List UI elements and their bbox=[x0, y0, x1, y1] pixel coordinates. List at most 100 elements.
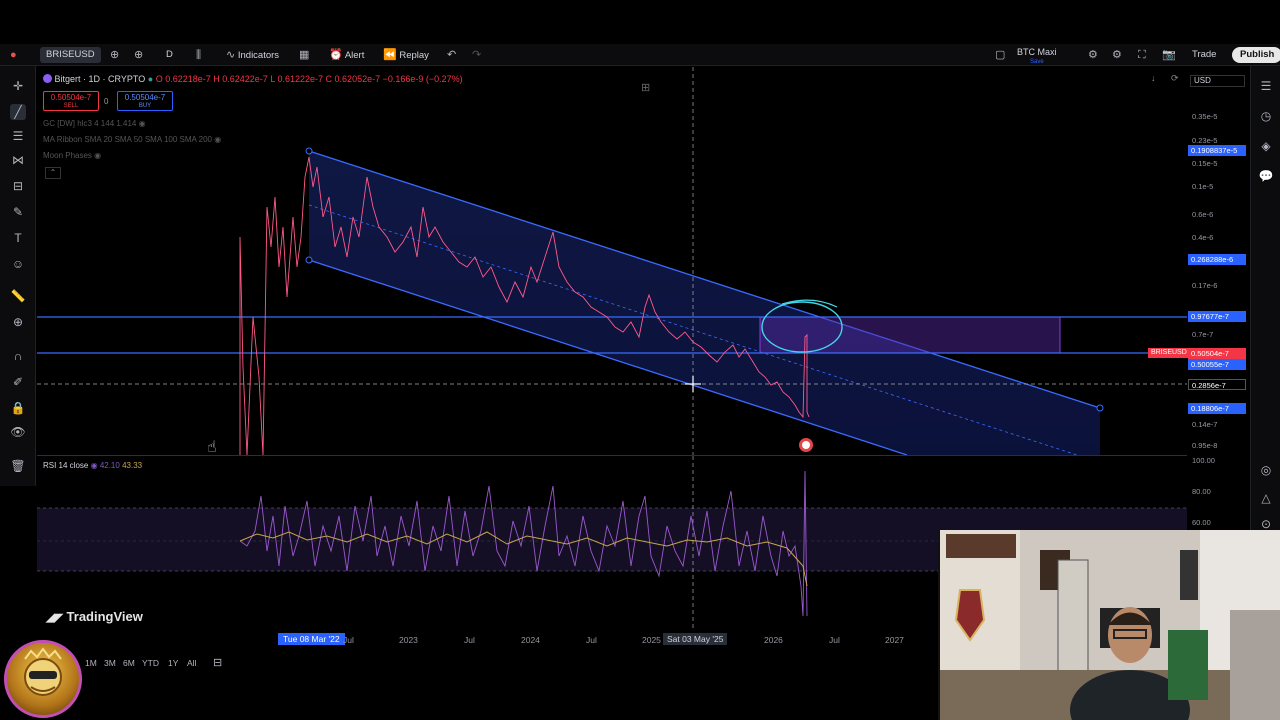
sell-price: 0.50504e-7 bbox=[50, 93, 92, 102]
trash-icon[interactable]: 🗑 bbox=[10, 458, 26, 474]
symbol-search[interactable]: BRISEUSD bbox=[40, 47, 101, 63]
magnet-icon[interactable]: ∩ bbox=[10, 348, 26, 364]
price-tag: 0.1908837e-5 bbox=[1188, 145, 1246, 156]
indicator-gc[interactable]: GC [DW] hlc3 4 144 1.414 ◉ bbox=[43, 119, 146, 128]
snapshot-icon[interactable]: 📷 bbox=[1162, 44, 1176, 66]
refresh-icon[interactable]: ⟳ bbox=[1171, 73, 1179, 84]
alert-button[interactable]: ⏰ Alert bbox=[329, 44, 364, 66]
layers-icon[interactable]: ◈ bbox=[1258, 138, 1274, 154]
range-bar: 1M 3M 6M YTD 1Y All ⊟ bbox=[37, 654, 937, 674]
collapse-legend-icon[interactable]: ⌃ bbox=[45, 167, 61, 179]
candle-type-icon[interactable]: ⫼ bbox=[196, 44, 201, 66]
drawing-toolbar: ✛ ╱ ☰ ⋈ ⊟ ✎ T ☺ 📏 ⊕ ∩ ✐ 🔒 👁 🗑 bbox=[0, 66, 36, 486]
eye-icon[interactable]: ◉ bbox=[94, 151, 101, 160]
start-date-tag: Tue 08 Mar '22 bbox=[278, 633, 345, 645]
chart-canvas[interactable]: ☝ bbox=[37, 67, 1187, 455]
watchlist-icon[interactable]: ☰ bbox=[1258, 78, 1274, 94]
axis-label: 0.14e-7 bbox=[1192, 420, 1218, 429]
axis-label: 0.7e-7 bbox=[1192, 330, 1214, 339]
eye-icon[interactable]: ◉ bbox=[139, 119, 146, 128]
range-3m[interactable]: 3M bbox=[104, 658, 116, 668]
interval-button[interactable]: D bbox=[166, 44, 173, 66]
text-icon[interactable]: T bbox=[10, 230, 26, 246]
ruler-icon[interactable]: 📏 bbox=[10, 288, 26, 304]
descending-channel bbox=[309, 151, 1100, 455]
buy-label: BUY bbox=[138, 103, 152, 109]
logo-emblem-icon bbox=[24, 647, 62, 696]
redo-icon[interactable]: ↷ bbox=[472, 44, 481, 66]
add-symbol-icon[interactable]: ⊕ bbox=[110, 44, 119, 66]
stay-drawing-icon[interactable]: ✐ bbox=[10, 374, 26, 390]
range-1y[interactable]: 1Y bbox=[168, 658, 178, 668]
sell-button[interactable]: 0.50504e-7 SELL bbox=[43, 91, 99, 111]
zoom-icon[interactable]: ⊕ bbox=[10, 314, 26, 330]
trade-button[interactable]: Trade bbox=[1192, 44, 1216, 66]
axis-label: 0.35e-5 bbox=[1192, 112, 1218, 121]
rsi-settings-icon[interactable]: ◉ bbox=[91, 461, 98, 470]
brand-label: TradingView bbox=[66, 609, 143, 624]
scroll-down-icon[interactable]: ↓ bbox=[1151, 73, 1156, 83]
pattern-icon[interactable]: ⋈ bbox=[10, 152, 26, 168]
price-tag: 0.18806e-7 bbox=[1188, 403, 1246, 414]
lock-icon[interactable]: 🔒 bbox=[10, 400, 26, 416]
range-6m[interactable]: 6M bbox=[123, 658, 135, 668]
time-label: Jul bbox=[829, 635, 840, 645]
alerts-clock-icon[interactable]: ◷ bbox=[1258, 108, 1274, 124]
replay-label: Replay bbox=[399, 50, 429, 61]
layout-select-icon[interactable]: ▢ bbox=[995, 44, 1005, 66]
time-label: Jul bbox=[464, 635, 475, 645]
crosshair-icon[interactable]: ✛ bbox=[10, 78, 26, 94]
legend-low: L 0.61222e-7 bbox=[270, 74, 324, 84]
brush-icon[interactable]: ✎ bbox=[10, 204, 26, 220]
webcam-overlay bbox=[938, 530, 1280, 720]
rsi-legend[interactable]: RSI 14 close ◉ 42.10 43.33 bbox=[43, 461, 142, 470]
sell-label: SELL bbox=[63, 103, 79, 109]
indicator-moon-phases[interactable]: Moon Phases ◉ bbox=[43, 151, 101, 160]
indicators-label: Indicators bbox=[237, 50, 280, 61]
replay-button[interactable]: ⏪ Replay bbox=[383, 44, 429, 66]
eye-icon[interactable]: 👁 bbox=[10, 424, 26, 440]
date-range-icon[interactable]: ⊟ bbox=[213, 656, 222, 669]
legend-high: H 0.62422e-7 bbox=[213, 74, 268, 84]
price-tag: 0.97677e-7 bbox=[1188, 311, 1246, 322]
chart-grid-icon[interactable]: ⊞ bbox=[641, 81, 650, 94]
time-label: 2027 bbox=[885, 635, 904, 645]
compare-icon[interactable]: ⊕ bbox=[134, 44, 143, 66]
settings-icon[interactable]: ⚙ bbox=[1112, 44, 1122, 66]
rsi-axis-label: 80.00 bbox=[1192, 487, 1211, 496]
range-ytd[interactable]: YTD bbox=[142, 658, 159, 668]
currency-label: USD bbox=[1194, 76, 1211, 85]
price-chart[interactable]: ☝ Bitgert · 1D · CRYPTO ● O 0.62218e-7 H… bbox=[37, 67, 1187, 455]
axis-label: 0.15e-5 bbox=[1192, 159, 1218, 168]
emoji-icon[interactable]: ☺ bbox=[10, 256, 26, 272]
undo-icon[interactable]: ↶ bbox=[447, 44, 456, 66]
target-icon[interactable]: ◎ bbox=[1258, 462, 1274, 478]
quick-search-icon[interactable]: ⚙ bbox=[1088, 44, 1098, 66]
buy-button[interactable]: 0.50504e-7 BUY bbox=[117, 91, 173, 111]
indicators-icon: ∿ bbox=[226, 49, 236, 61]
triangle-icon[interactable]: △ bbox=[1258, 490, 1274, 506]
range-all[interactable]: All bbox=[187, 658, 196, 668]
indicators-button[interactable]: ∿ Indicators bbox=[226, 44, 279, 66]
chat-icon[interactable]: 💬 bbox=[1258, 168, 1274, 184]
channel-logo bbox=[4, 640, 82, 718]
fib-icon[interactable]: ☰ bbox=[10, 128, 26, 144]
fullscreen-icon[interactable]: ⛶ bbox=[1138, 44, 1146, 66]
legend-title[interactable]: Bitgert · 1D · CRYPTO bbox=[55, 74, 146, 84]
time-label: 2026 bbox=[764, 635, 783, 645]
trendline-icon[interactable]: ╱ bbox=[10, 104, 26, 120]
axis-label: 0.1e-5 bbox=[1192, 182, 1214, 191]
right-sidebar: ☰ ◷ ◈ 💬 ◎ △ ⊙ bbox=[1250, 66, 1280, 536]
avatar[interactable]: ● bbox=[10, 44, 17, 66]
templates-icon[interactable]: ▦ bbox=[299, 44, 309, 66]
indicator-ma-ribbon[interactable]: MA Ribbon SMA 20 SMA 50 SMA 100 SMA 200 … bbox=[43, 135, 221, 144]
publish-button[interactable]: Publish bbox=[1232, 47, 1280, 63]
time-label: 2023 bbox=[399, 635, 418, 645]
forecast-icon[interactable]: ⊟ bbox=[10, 178, 26, 194]
eye-icon[interactable]: ◉ bbox=[214, 135, 221, 144]
axis-label: 0.6e-6 bbox=[1192, 210, 1214, 219]
currency-select[interactable]: USD bbox=[1190, 75, 1245, 87]
range-1m[interactable]: 1M bbox=[85, 658, 97, 668]
rsi-label: RSI 14 close bbox=[43, 461, 89, 470]
cursor-date-tag: Sat 03 May '25 bbox=[663, 633, 728, 645]
